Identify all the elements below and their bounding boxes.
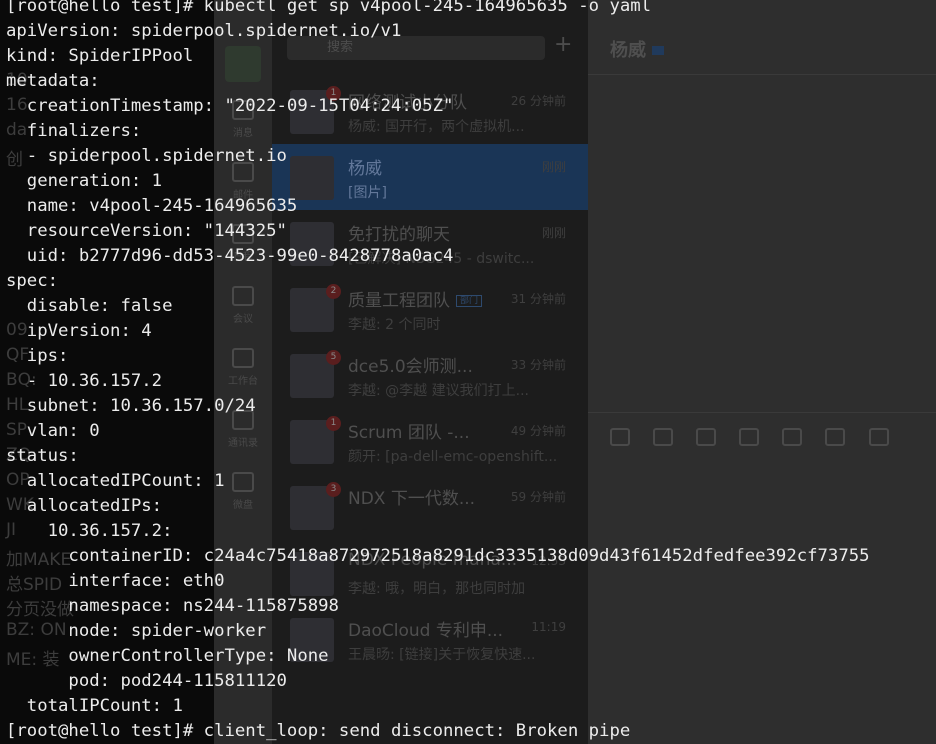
terminal-line: status: [6, 446, 79, 466]
terminal-line: allocatedIPs: [6, 496, 163, 516]
terminal-line: disable: false [6, 296, 173, 316]
terminal-line: uid: b2777d96-dd53-4523-99e0-8428778a0ac… [6, 246, 454, 266]
terminal-line: metadata: [6, 71, 100, 91]
terminal-line: namespace: ns244-115875898 [6, 596, 339, 616]
terminal-line: - spiderpool.spidernet.io [6, 146, 287, 166]
terminal-line: allocatedIPCount: 1 [6, 471, 225, 491]
terminal-line: [root@hello test]# kubectl get sp v4pool… [6, 0, 652, 16]
terminal-line: ips: [6, 346, 69, 366]
terminal-line: ownerControllerType: None [6, 646, 329, 666]
terminal-line: containerID: c24a4c75418a872972518a8291d… [6, 546, 870, 566]
terminal-line: vlan: 0 [6, 421, 100, 441]
terminal-line: ipVersion: 4 [6, 321, 152, 341]
terminal-line: name: v4pool-245-164965635 [6, 196, 298, 216]
terminal-line: interface: eth0 [6, 571, 225, 591]
terminal-line: [root@hello test]# client_loop: send dis… [6, 721, 631, 741]
terminal-line: apiVersion: spiderpool.spidernet.io/v1 [6, 21, 402, 41]
terminal-line: finalizers: [6, 121, 142, 141]
terminal-output: [root@hello test]# kubectl get sp v4pool… [0, 0, 936, 744]
terminal-line: subnet: 10.36.157.0/24 [6, 396, 256, 416]
terminal-line: kind: SpiderIPPool [6, 46, 194, 66]
terminal-line: node: spider-worker [6, 621, 267, 641]
terminal-line: generation: 1 [6, 171, 163, 191]
terminal-line: spec: [6, 271, 59, 291]
terminal-line: resourceVersion: "144325" [6, 221, 287, 241]
terminal-line: pod: pod244-115811120 [6, 671, 287, 691]
terminal-line: totalIPCount: 1 [6, 696, 183, 716]
terminal-line: 10.36.157.2: [6, 521, 173, 541]
terminal-line: creationTimestamp: "2022-09-15T04:24:05Z… [6, 96, 454, 116]
terminal-line: - 10.36.157.2 [6, 371, 163, 391]
